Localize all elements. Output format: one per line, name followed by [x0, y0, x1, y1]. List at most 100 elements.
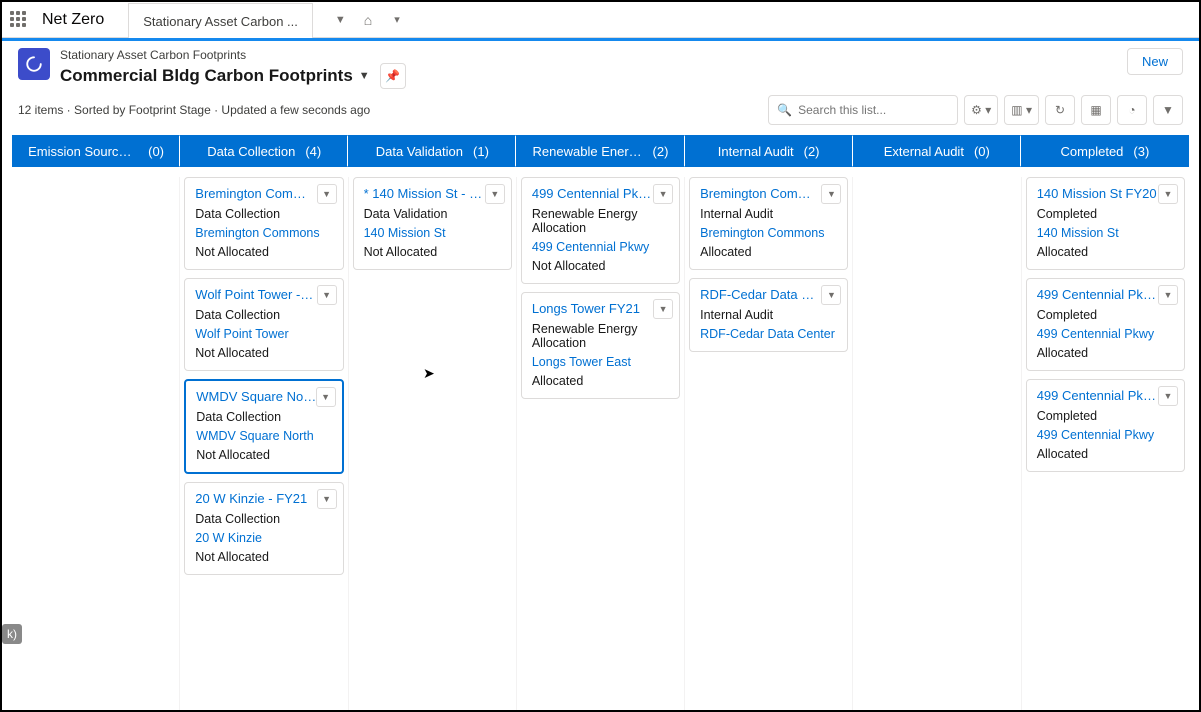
- card-menu-chevron-icon[interactable]: ▼: [1158, 285, 1178, 305]
- chart-icon[interactable]: ◔: [1117, 95, 1147, 125]
- card-asset-link[interactable]: Bremington Commons: [195, 226, 332, 240]
- nav-tab[interactable]: Stationary Asset Carbon ...: [128, 3, 313, 39]
- card-asset-link[interactable]: RDF-Cedar Data Center: [700, 327, 837, 341]
- kanban-card[interactable]: 499 Centennial Pkwy ... ▼ Renewable Ener…: [521, 177, 680, 284]
- card-stage: Renewable Energy Allocation: [532, 207, 669, 235]
- kanban-card[interactable]: Longs Tower FY21 ▼ Renewable Energy Allo…: [521, 292, 680, 399]
- app-brand: Net Zero: [42, 11, 104, 29]
- card-title-link[interactable]: 20 W Kinzie - FY21: [195, 491, 315, 506]
- kanban-card[interactable]: 499 Centennial Pkwy ... ▼ Completed 499 …: [1026, 379, 1185, 472]
- stage-count: (0): [148, 144, 164, 159]
- card-asset-link[interactable]: 499 Centennial Pkwy: [1037, 428, 1174, 442]
- card-menu-chevron-icon[interactable]: ▼: [316, 387, 336, 407]
- card-title-link[interactable]: 499 Centennial Pkwy ...: [1037, 388, 1157, 403]
- kanban-column: 140 Mission St FY20 ▼ Completed 140 Miss…: [1022, 177, 1189, 712]
- refresh-icon[interactable]: ↻: [1045, 95, 1075, 125]
- card-title-link[interactable]: Bremington Common...: [195, 186, 315, 201]
- card-stage: Completed: [1037, 207, 1174, 221]
- new-button[interactable]: New: [1127, 48, 1183, 75]
- stage-header-4[interactable]: Internal Audit (2): [685, 135, 853, 167]
- filter-icon[interactable]: ▼: [1153, 95, 1183, 125]
- stage-header-1[interactable]: Data Collection (4): [180, 135, 348, 167]
- list-meta: 12 items · Sorted by Footprint Stage · U…: [18, 103, 370, 117]
- card-menu-chevron-icon[interactable]: ▼: [1158, 184, 1178, 204]
- stage-label: External Audit: [884, 144, 964, 159]
- card-allocation: Not Allocated: [196, 448, 331, 462]
- card-title-link[interactable]: Longs Tower FY21: [532, 301, 652, 316]
- card-asset-link[interactable]: 140 Mission St: [364, 226, 501, 240]
- card-allocation: Not Allocated: [195, 346, 332, 360]
- card-stage: Data Validation: [364, 207, 501, 221]
- search-input[interactable]: [798, 103, 949, 117]
- card-title-link[interactable]: 140 Mission St - FY21: [364, 186, 484, 201]
- card-title-link[interactable]: 499 Centennial Pkwy ...: [532, 186, 652, 201]
- app-launcher-icon[interactable]: [10, 11, 28, 29]
- kanban-card[interactable]: 140 Mission St FY20 ▼ Completed 140 Miss…: [1026, 177, 1185, 270]
- stage-header-6[interactable]: Completed (3): [1021, 135, 1189, 167]
- card-asset-link[interactable]: 20 W Kinzie: [195, 531, 332, 545]
- card-menu-chevron-icon[interactable]: ▼: [317, 489, 337, 509]
- kanban-card[interactable]: 140 Mission St - FY21 ▼ Data Validation …: [353, 177, 512, 270]
- stage-header-3[interactable]: Renewable Energ... (2): [516, 135, 684, 167]
- title-chevron-down-icon[interactable]: ▼: [359, 70, 370, 82]
- card-allocation: Allocated: [700, 245, 837, 259]
- stage-label: Data Validation: [376, 144, 463, 159]
- card-menu-chevron-icon[interactable]: ▼: [821, 184, 841, 204]
- card-menu-chevron-icon[interactable]: ▼: [317, 285, 337, 305]
- card-menu-chevron-icon[interactable]: ▼: [653, 299, 673, 319]
- card-title-link[interactable]: Wolf Point Tower - FY...: [195, 287, 315, 302]
- card-asset-link[interactable]: WMDV Square North: [196, 429, 331, 443]
- stage-label: Data Collection: [207, 144, 295, 159]
- table-view-icon[interactable]: ▦: [1081, 95, 1111, 125]
- kanban-card[interactable]: WMDV Square North ... ▼ Data Collection …: [184, 379, 343, 474]
- kanban-card[interactable]: 499 Centennial Pkwy ... ▼ Completed 499 …: [1026, 278, 1185, 371]
- card-menu-chevron-icon[interactable]: ▼: [1158, 386, 1178, 406]
- card-stage: Renewable Energy Allocation: [532, 322, 669, 350]
- search-input-wrap[interactable]: 🔍: [768, 95, 958, 125]
- kanban-column: [12, 177, 180, 712]
- stage-header-5[interactable]: External Audit (0): [853, 135, 1021, 167]
- kanban-card[interactable]: Bremington Common... ▼ Internal Audit Br…: [689, 177, 848, 270]
- card-menu-chevron-icon[interactable]: ▼: [485, 184, 505, 204]
- kanban-card[interactable]: 20 W Kinzie - FY21 ▼ Data Collection 20 …: [184, 482, 343, 575]
- card-allocation: Not Allocated: [195, 550, 332, 564]
- search-icon: 🔍: [777, 103, 792, 117]
- card-asset-link[interactable]: Bremington Commons: [700, 226, 837, 240]
- nav-tab-label: Stationary Asset Carbon ...: [143, 14, 298, 29]
- kanban-card[interactable]: Wolf Point Tower - FY... ▼ Data Collecti…: [184, 278, 343, 371]
- corner-badge: k): [2, 624, 22, 644]
- card-title-link[interactable]: 499 Centennial Pkwy ...: [1037, 287, 1157, 302]
- home-icon[interactable]: ⌂: [364, 12, 372, 28]
- kanban-card[interactable]: RDF-Cedar Data Cent... ▼ Internal Audit …: [689, 278, 848, 352]
- stage-count: (1): [473, 144, 489, 159]
- card-allocation: Allocated: [532, 374, 669, 388]
- home-chevron-down-icon[interactable]: ▾: [390, 9, 404, 30]
- card-title-link[interactable]: 140 Mission St FY20: [1037, 186, 1157, 201]
- card-asset-link[interactable]: Longs Tower East: [532, 355, 669, 369]
- card-title-link[interactable]: WMDV Square North ...: [196, 389, 316, 404]
- stage-count: (0): [974, 144, 990, 159]
- card-title-link[interactable]: RDF-Cedar Data Cent...: [700, 287, 820, 302]
- card-menu-chevron-icon[interactable]: ▼: [821, 285, 841, 305]
- card-asset-link[interactable]: 140 Mission St: [1037, 226, 1174, 240]
- card-stage: Data Collection: [195, 308, 332, 322]
- card-menu-chevron-icon[interactable]: ▼: [317, 184, 337, 204]
- stage-header-2[interactable]: Data Validation (1): [348, 135, 516, 167]
- stage-count: (2): [653, 144, 669, 159]
- card-stage: Data Collection: [196, 410, 331, 424]
- kanban-column: 140 Mission St - FY21 ▼ Data Validation …: [349, 177, 517, 712]
- card-asset-link[interactable]: 499 Centennial Pkwy: [1037, 327, 1174, 341]
- stage-header-0[interactable]: Emission Source ... (0): [12, 135, 180, 167]
- kanban-column: Bremington Common... ▼ Data Collection B…: [180, 177, 348, 712]
- card-asset-link[interactable]: Wolf Point Tower: [195, 327, 332, 341]
- card-title-link[interactable]: Bremington Common...: [700, 186, 820, 201]
- card-menu-chevron-icon[interactable]: ▼: [653, 184, 673, 204]
- display-columns-icon[interactable]: ▥ ▾: [1004, 95, 1039, 125]
- object-icon: [18, 48, 50, 80]
- tab-chevron-down-icon[interactable]: ▼: [331, 10, 350, 30]
- settings-gear-icon[interactable]: ⚙ ▾: [964, 95, 998, 125]
- pin-button[interactable]: 📌: [380, 63, 406, 89]
- card-asset-link[interactable]: 499 Centennial Pkwy: [532, 240, 669, 254]
- kanban-card[interactable]: Bremington Common... ▼ Data Collection B…: [184, 177, 343, 270]
- card-allocation: Not Allocated: [364, 245, 501, 259]
